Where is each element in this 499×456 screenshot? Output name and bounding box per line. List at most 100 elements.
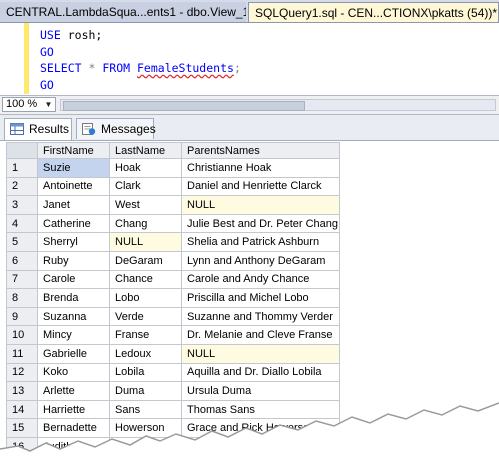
tab-sqlquery1[interactable]: SQLQuery1.sql - CEN...CTIONX\pkatts (54)…	[248, 2, 499, 22]
table-cell[interactable]: Koko	[37, 362, 110, 383]
table-cell[interactable]: Suzanna	[37, 306, 110, 327]
table-row[interactable]: 10 Mincy Franse Dr. Melanie and Cleve Frans…	[6, 325, 340, 345]
table-row[interactable]: 3 Janet West NULL	[6, 195, 340, 215]
grid-corner[interactable]	[6, 142, 38, 159]
table-cell[interactable]: Daniel and Henriette Clarck	[181, 176, 340, 197]
table-row[interactable]: 2 Antoinette Clark Daniel and Henriette Cla…	[6, 176, 340, 197]
row-number[interactable]: 6	[6, 250, 38, 271]
row-number[interactable]: 11	[6, 343, 38, 364]
tab-view-designer[interactable]: CENTRAL.LambdaSqua...ents1 - dbo.View_1*	[0, 2, 246, 22]
row-number[interactable]: 3	[6, 195, 38, 215]
table-cell[interactable]: Franse	[109, 325, 182, 345]
tab-results-label: Results	[29, 122, 70, 136]
row-number[interactable]: 9	[6, 306, 38, 327]
table-cell[interactable]: Arlette	[37, 381, 110, 401]
table-cell[interactable]: Chance	[109, 269, 182, 290]
table-row[interactable]: 9 Suzanna Verde Suzanne and Thommy Verder	[6, 306, 340, 327]
row-number[interactable]: 4	[6, 213, 38, 234]
table-cell[interactable]: Christianne Hoak	[181, 158, 340, 178]
table-cell[interactable]: Thomas Sans	[181, 399, 340, 420]
table-cell[interactable]: Clark	[109, 176, 182, 197]
table-cell[interactable]: Carole and Andy Chance	[181, 269, 340, 290]
table-cell[interactable]: Shelia and Patrick Ashburn	[181, 232, 340, 252]
row-number[interactable]: 2	[6, 176, 38, 197]
table-cell[interactable]: Duma	[109, 381, 182, 401]
zoom-dropdown[interactable]: 100 % ▼	[2, 97, 56, 112]
table-cell[interactable]: Ursula Duma	[181, 381, 340, 401]
table-cell[interactable]: Suzanne and Thommy Verder	[181, 306, 340, 327]
tab-messages[interactable]: Messages	[76, 118, 156, 139]
table-cell[interactable]: Dr. Melanie and Cleve Franse	[181, 325, 340, 345]
table-cell[interactable]: Catherine	[37, 213, 110, 234]
keyword-go: GO	[40, 77, 54, 92]
row-number[interactable]: 5	[6, 232, 38, 252]
table-cell[interactable]: Carole	[37, 269, 110, 290]
table-cell[interactable]: DeGaram	[109, 250, 182, 271]
scrollbar-thumb[interactable]	[63, 101, 305, 111]
table-cell[interactable]: Mincy	[37, 325, 110, 345]
tab-results[interactable]: Results	[4, 118, 72, 140]
table-row[interactable]: 13 Arlette Duma Ursula Duma	[6, 381, 340, 401]
table-cell[interactable]: Howerson	[109, 418, 182, 438]
row-number[interactable]: 1	[6, 158, 38, 178]
table-cell[interactable]: Hoak	[109, 158, 182, 178]
table-cell[interactable]: Ruby	[37, 250, 110, 271]
table-row[interactable]: 6 Ruby DeGaram Lynn and Anthony DeGaram	[6, 250, 340, 271]
table-cell[interactable]: Verde	[109, 306, 182, 327]
star-operator: *	[88, 61, 96, 75]
row-number[interactable]: 7	[6, 269, 38, 290]
table-row[interactable]: 1 Suzie Hoak Christianne Hoak	[6, 158, 340, 178]
table-cell[interactable]: Aquilla and Dr. Diallo Lobila	[181, 362, 340, 383]
table-cell[interactable]: Lobila	[109, 362, 182, 383]
table-cell[interactable]: Lynn and Anthony DeGaram	[181, 250, 340, 271]
table-cell[interactable]: Judith	[37, 436, 110, 456]
row-number[interactable]: 8	[6, 288, 38, 308]
table-cell[interactable]: Priscilla and Michel Lobo	[181, 288, 340, 308]
query-text[interactable]: USE rosh; GO SELECT * FROM FemaleStudent…	[40, 27, 241, 93]
column-header-lastname[interactable]: LastName	[109, 142, 182, 159]
row-number[interactable]: 14	[6, 399, 38, 420]
table-row[interactable]: 4 Catherine Chang Julie Best and Dr. Peter …	[6, 213, 340, 234]
table-cell[interactable]: Harriette	[37, 399, 110, 420]
table-row[interactable]: 8 Brenda Lobo Priscilla and Michel Lobo	[6, 288, 340, 308]
table-row[interactable]: 5 Sherryl NULL Shelia and Patrick Ashburn	[6, 232, 340, 252]
table-cell[interactable]	[109, 436, 182, 456]
document-tab-bar: CENTRAL.LambdaSqua...ents1 - dbo.View_1*…	[0, 0, 499, 23]
table-cell[interactable]: Janet	[37, 195, 110, 215]
table-cell[interactable]	[181, 436, 340, 456]
horizontal-scrollbar[interactable]	[60, 99, 496, 111]
table-cell[interactable]: NULL	[181, 343, 340, 364]
results-grid[interactable]: FirstName LastName ParentsNames 1 Suzie Ho…	[6, 142, 499, 456]
table-cell[interactable]: Ledoux	[109, 343, 182, 364]
table-cell[interactable]: Suzie	[37, 158, 110, 178]
column-header-parentsnames[interactable]: ParentsNames	[181, 142, 340, 159]
row-number[interactable]: 15	[6, 418, 38, 438]
table-cell[interactable]: Bernadette	[37, 418, 110, 438]
table-cell[interactable]: Sans	[109, 399, 182, 420]
table-row[interactable]: 11 Gabrielle Ledoux NULL	[6, 343, 340, 364]
row-number[interactable]: 10	[6, 325, 38, 345]
table-cell[interactable]: West	[109, 195, 182, 215]
table-cell[interactable]: Julie Best and Dr. Peter Chang	[181, 213, 340, 234]
table-row[interactable]: 14 Harriette Sans Thomas Sans	[6, 399, 340, 420]
table-cell[interactable]: Chang	[109, 213, 182, 234]
table-cell[interactable]: Lobo	[109, 288, 182, 308]
table-row[interactable]: 15 Bernadette Howerson Grace and Rick Hower…	[6, 418, 340, 438]
grid-body: 1 Suzie Hoak Christianne Hoak 2 Antoinette Cla…	[6, 158, 340, 456]
table-cell[interactable]: NULL	[181, 195, 340, 215]
column-header-firstname[interactable]: FirstName	[37, 142, 110, 159]
query-editor[interactable]: USE rosh; GO SELECT * FROM FemaleStudent…	[0, 23, 499, 94]
table-cell[interactable]: Antoinette	[37, 176, 110, 197]
row-number[interactable]: 12	[6, 362, 38, 383]
table-row[interactable]: 16 Judith	[6, 436, 340, 456]
table-cell[interactable]: Sherryl	[37, 232, 110, 252]
row-number[interactable]: 13	[6, 381, 38, 401]
table-cell[interactable]: Gabrielle	[37, 343, 110, 364]
chevron-down-icon[interactable]: ▼	[43, 98, 54, 111]
table-cell[interactable]: Grace and Rick Howerson	[181, 418, 340, 438]
table-row[interactable]: 7 Carole Chance Carole and Andy Chance	[6, 269, 340, 290]
table-cell[interactable]: Brenda	[37, 288, 110, 308]
table-row[interactable]: 12 Koko Lobila Aquilla and Dr. Diallo Lobil…	[6, 362, 340, 383]
table-cell[interactable]: NULL	[109, 232, 182, 252]
row-number[interactable]: 16	[6, 436, 38, 456]
